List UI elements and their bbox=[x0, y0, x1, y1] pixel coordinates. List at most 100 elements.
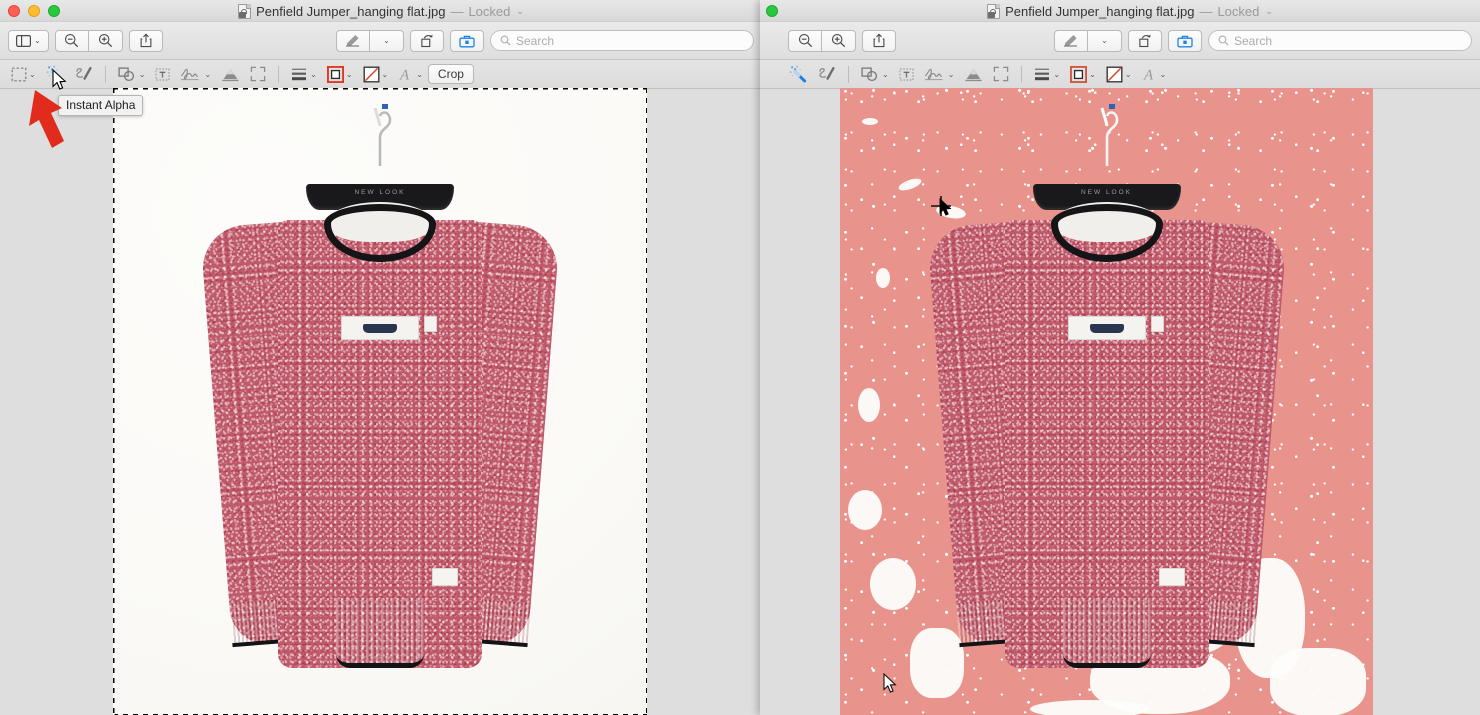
preview-window-left[interactable]: Penfield Jumper_hanging flat.jpg — Locke… bbox=[0, 0, 762, 715]
zoom-button-group-right[interactable] bbox=[788, 29, 856, 52]
shapes-tool-button[interactable]: ⌄ bbox=[856, 61, 894, 87]
zoom-out-icon bbox=[65, 33, 79, 48]
text-style-button[interactable]: A ⌄ bbox=[393, 61, 428, 87]
window-title-left: Penfield Jumper_hanging flat.jpg — Locke… bbox=[0, 0, 762, 22]
instant-alpha-tool-button[interactable] bbox=[41, 61, 70, 87]
jumper-brand-label bbox=[341, 316, 419, 340]
shapes-tool-button[interactable]: ⌄ bbox=[113, 61, 151, 87]
chevron-down-icon[interactable]: ⌄ bbox=[1265, 6, 1273, 17]
border-color-button[interactable]: ⌄ bbox=[1065, 61, 1101, 87]
shape-style-icon bbox=[292, 68, 307, 81]
share-icon bbox=[873, 33, 885, 48]
toolbar-divider bbox=[278, 65, 280, 83]
chevron-down-icon: ⌄ bbox=[34, 36, 41, 45]
markup-button-group-left[interactable]: ⌄ bbox=[336, 29, 404, 52]
instant-alpha-tooltip: Instant Alpha bbox=[58, 95, 144, 116]
sketch-tool-button[interactable] bbox=[70, 61, 98, 87]
markup-toggle-button[interactable] bbox=[336, 29, 370, 52]
window-title-right: Penfield Jumper_hanging flat.jpg — Locke… bbox=[760, 0, 1480, 22]
markup-options-button[interactable]: ⌄ bbox=[370, 29, 404, 52]
chevron-down-icon: ⌄ bbox=[383, 36, 390, 45]
instant-alpha-tool-button[interactable] bbox=[784, 61, 813, 87]
chevron-down-icon[interactable]: ⌄ bbox=[516, 6, 524, 17]
chevron-down-icon: ⌄ bbox=[204, 69, 212, 79]
locked-status-label[interactable]: Locked bbox=[1217, 4, 1259, 19]
adjust-color-button[interactable] bbox=[216, 61, 245, 87]
locked-document-icon bbox=[987, 3, 1001, 19]
shape-style-button[interactable]: ⌄ bbox=[1029, 61, 1065, 87]
fill-color-button[interactable]: ⌄ bbox=[358, 61, 394, 87]
svg-text:A: A bbox=[399, 67, 410, 82]
fill-color-button[interactable]: ⌄ bbox=[1101, 61, 1137, 87]
border-color-button[interactable]: ⌄ bbox=[322, 61, 358, 87]
rotate-left-button[interactable] bbox=[1128, 29, 1162, 52]
text-tool-button[interactable] bbox=[894, 61, 919, 87]
title-bar-right[interactable]: Penfield Jumper_hanging flat.jpg — Locke… bbox=[760, 0, 1480, 22]
text-style-icon: A bbox=[1143, 67, 1154, 82]
image-canvas-right[interactable]: NEW LOOK bbox=[840, 88, 1373, 715]
jumper-torso bbox=[278, 220, 482, 668]
jumper-torso bbox=[1004, 220, 1209, 668]
main-toolbar-right[interactable]: ⌄ Search bbox=[760, 22, 1480, 60]
title-bar-left[interactable]: Penfield Jumper_hanging flat.jpg — Locke… bbox=[0, 0, 762, 22]
selection-tool-button[interactable]: ⌄ bbox=[6, 61, 41, 87]
magic-wand-icon bbox=[789, 65, 807, 83]
svg-text:A: A bbox=[1143, 67, 1154, 82]
markup-toolbar-left[interactable]: ⌄ ⌄ ⌄ ⌄ ⌄ ⌄ A ⌄ Crop bbox=[0, 60, 762, 89]
text-tool-button[interactable] bbox=[150, 61, 175, 87]
hanger-brand-text: NEW LOOK bbox=[354, 189, 406, 196]
markup-toolbar-right[interactable]: ⌄ ⌄ ⌄ ⌄ ⌄ A ⌄ bbox=[760, 60, 1480, 89]
chevron-down-icon: ⌄ bbox=[345, 69, 353, 79]
jumper-size-label bbox=[1150, 316, 1164, 332]
text-box-icon bbox=[899, 67, 914, 81]
search-field-right[interactable]: Search bbox=[1208, 30, 1472, 51]
fill-color-icon bbox=[363, 66, 379, 82]
zoom-out-button[interactable] bbox=[54, 29, 89, 52]
share-button[interactable] bbox=[128, 29, 163, 52]
adjust-size-icon bbox=[250, 66, 266, 82]
sidebar-view-button[interactable]: ⌄ bbox=[8, 29, 49, 52]
markup-toolbox-button[interactable] bbox=[450, 29, 484, 52]
border-color-icon bbox=[1070, 65, 1088, 83]
image-canvas-left[interactable]: NEW LOOK bbox=[113, 88, 647, 715]
adjust-size-button[interactable] bbox=[988, 61, 1014, 87]
sign-tool-button[interactable]: ⌄ bbox=[919, 61, 960, 87]
rotate-left-icon bbox=[420, 34, 433, 48]
share-button[interactable] bbox=[862, 29, 896, 52]
search-placeholder: Search bbox=[516, 33, 555, 48]
markup-pen-icon bbox=[346, 35, 359, 47]
adjust-size-button[interactable] bbox=[245, 61, 271, 87]
markup-toolbox-button[interactable] bbox=[1168, 29, 1202, 52]
jumper-photo-right: NEW LOOK bbox=[840, 88, 1373, 715]
text-style-icon: A bbox=[399, 67, 410, 82]
markup-toggle-button[interactable] bbox=[1054, 29, 1088, 52]
locked-status-label[interactable]: Locked bbox=[468, 4, 510, 19]
zoom-in-button[interactable] bbox=[88, 29, 123, 52]
hanger-hook-icon bbox=[365, 104, 395, 166]
text-style-button[interactable]: A ⌄ bbox=[1137, 61, 1172, 87]
markup-button-group-right[interactable]: ⌄ bbox=[1054, 29, 1122, 52]
shape-style-button[interactable]: ⌄ bbox=[286, 61, 322, 87]
zoom-in-button[interactable] bbox=[822, 29, 856, 52]
adjust-color-button[interactable] bbox=[959, 61, 988, 87]
jumper-photo-left: NEW LOOK bbox=[113, 88, 647, 715]
sketch-tool-button[interactable] bbox=[813, 61, 841, 87]
sign-tool-button[interactable]: ⌄ bbox=[175, 61, 216, 87]
zoom-in-icon bbox=[98, 33, 112, 48]
zoom-button-group-left[interactable] bbox=[54, 29, 123, 52]
crop-button[interactable]: Crop bbox=[427, 64, 474, 84]
toolbar-divider bbox=[104, 65, 106, 83]
markup-options-button[interactable]: ⌄ bbox=[1088, 29, 1122, 52]
signature-icon bbox=[181, 68, 199, 81]
chevron-down-icon: ⌄ bbox=[416, 69, 423, 79]
zoom-out-button[interactable] bbox=[788, 29, 822, 52]
main-toolbar-left[interactable]: ⌄ ⌄ Search bbox=[0, 22, 762, 60]
jumper bbox=[199, 198, 561, 668]
hanger-brand-text: NEW LOOK bbox=[1080, 189, 1133, 196]
jumper bbox=[926, 198, 1287, 668]
chevron-down-icon: ⌄ bbox=[1124, 69, 1132, 79]
rotate-left-button[interactable] bbox=[410, 29, 444, 52]
zoom-in-icon bbox=[831, 33, 846, 48]
preview-window-right[interactable]: Penfield Jumper_hanging flat.jpg — Locke… bbox=[760, 0, 1480, 715]
search-field-left[interactable]: Search bbox=[490, 30, 754, 51]
